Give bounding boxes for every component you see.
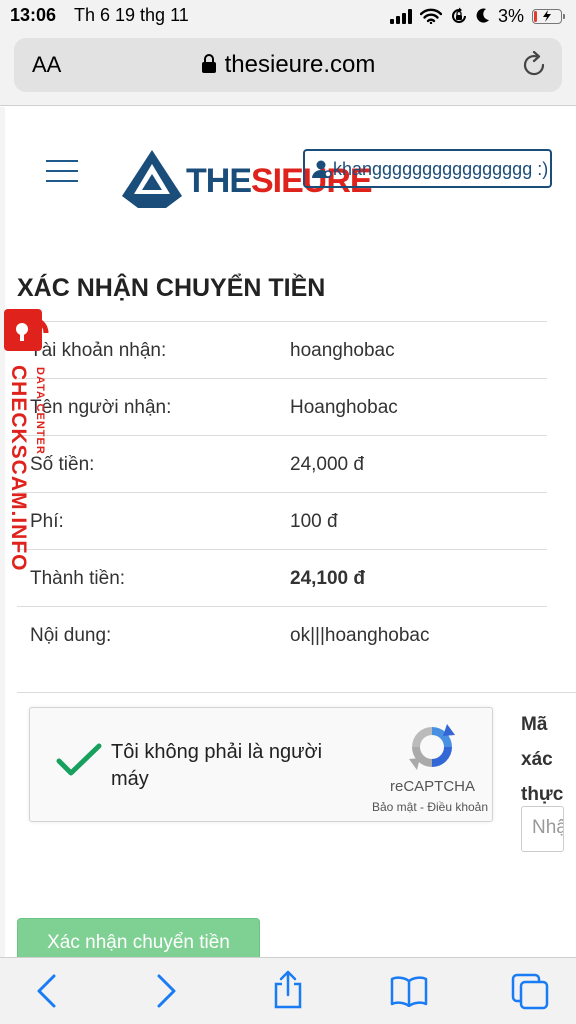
battery-fill	[534, 10, 538, 22]
watermark-text: CHECKSCAM.INFO	[7, 365, 30, 572]
recaptcha-widget: Tôi không phải là người máy reCAPTCHA Bả…	[29, 707, 493, 822]
detail-row-recipient: Tên người nhận: Hoanghobac	[17, 378, 547, 435]
moon-icon	[476, 8, 489, 23]
forward-icon[interactable]	[155, 973, 179, 1009]
reload-icon[interactable]	[522, 51, 548, 79]
menu-icon[interactable]	[46, 160, 78, 184]
back-icon[interactable]	[34, 973, 58, 1009]
detail-label: Phí:	[30, 511, 64, 532]
detail-value: 100 đ	[290, 511, 338, 532]
recaptcha-logo-icon	[409, 724, 455, 770]
detail-row-content: Nội dung: ok|||hoanghobac	[17, 606, 547, 663]
detail-value: Hoanghobac	[290, 397, 398, 418]
browser-bottom-toolbar	[0, 957, 576, 1024]
detail-label: Tên người nhận:	[30, 397, 172, 418]
recaptcha-label: Tôi không phải là người máy	[111, 741, 323, 790]
status-time: 13:06	[10, 5, 57, 25]
bookmarks-icon[interactable]	[390, 975, 428, 1007]
signal-icon	[389, 8, 412, 24]
wifi-icon	[419, 8, 442, 24]
status-indicators: 3%	[389, 4, 565, 28]
transfer-details-table: Tài khoản nhận: hoanghobac Tên người nhậ…	[17, 321, 547, 663]
detail-row-amount: Số tiền: 24,000 đ	[17, 435, 547, 492]
user-account-button[interactable]: khangggggggggggggggg :)	[303, 149, 552, 188]
detail-value-total: 24,100 đ	[290, 568, 365, 589]
orientation-lock-icon	[452, 7, 466, 23]
battery-percent: 3%	[497, 5, 524, 26]
url-display[interactable]: thesieure.com	[14, 51, 562, 79]
status-bar: 13:06 Th 6 19 thg 11 3%	[0, 0, 576, 34]
url-text: thesieure.com	[224, 51, 376, 78]
detail-row-fee: Phí: 100 đ	[17, 492, 547, 549]
page-left-edge	[0, 107, 5, 957]
confirm-transfer-button[interactable]: Xác nhận chuyển tiền	[17, 918, 260, 962]
detail-value: ok|||hoanghobac	[290, 625, 430, 646]
username: khangggggggggggggggg :)	[333, 159, 549, 179]
detail-row-total: Thành tiền: 24,100 đ	[17, 549, 547, 606]
section-divider	[17, 692, 576, 693]
browser-top-bar: AA thesieure.com	[0, 34, 576, 106]
detail-label: Số tiền:	[30, 454, 95, 475]
recaptcha-brand: reCAPTCHA	[389, 778, 475, 795]
status-date: Th 6 19 thg 11	[74, 5, 189, 25]
share-icon[interactable]	[272, 970, 304, 1010]
detail-value: hoanghobac	[290, 340, 395, 361]
watermark-subtext: DATA CENTER	[34, 367, 46, 455]
detail-value: 24,000 đ	[290, 454, 364, 475]
page-title: XÁC NHẬN CHUYỂN TIỀN	[17, 274, 326, 302]
logo-mark-icon	[122, 150, 182, 208]
watermark-lock-icon	[4, 309, 49, 351]
checkmark-icon[interactable]	[56, 742, 102, 778]
recaptcha-links[interactable]: Bảo mật - Điều khoản	[355, 800, 505, 814]
detail-label: Thành tiền:	[30, 568, 126, 589]
auth-code-input[interactable]: Nhập mã	[521, 806, 564, 852]
auth-code-label: Mã xác thực	[521, 714, 564, 805]
battery-icon	[532, 8, 565, 24]
tabs-icon[interactable]	[510, 972, 550, 1010]
detail-label: Nội dung:	[30, 625, 112, 646]
detail-row-account: Tài khoản nhận: hoanghobac	[17, 321, 547, 378]
user-icon	[312, 160, 332, 178]
address-bar[interactable]: AA thesieure.com	[14, 38, 562, 92]
lock-icon	[201, 54, 216, 73]
